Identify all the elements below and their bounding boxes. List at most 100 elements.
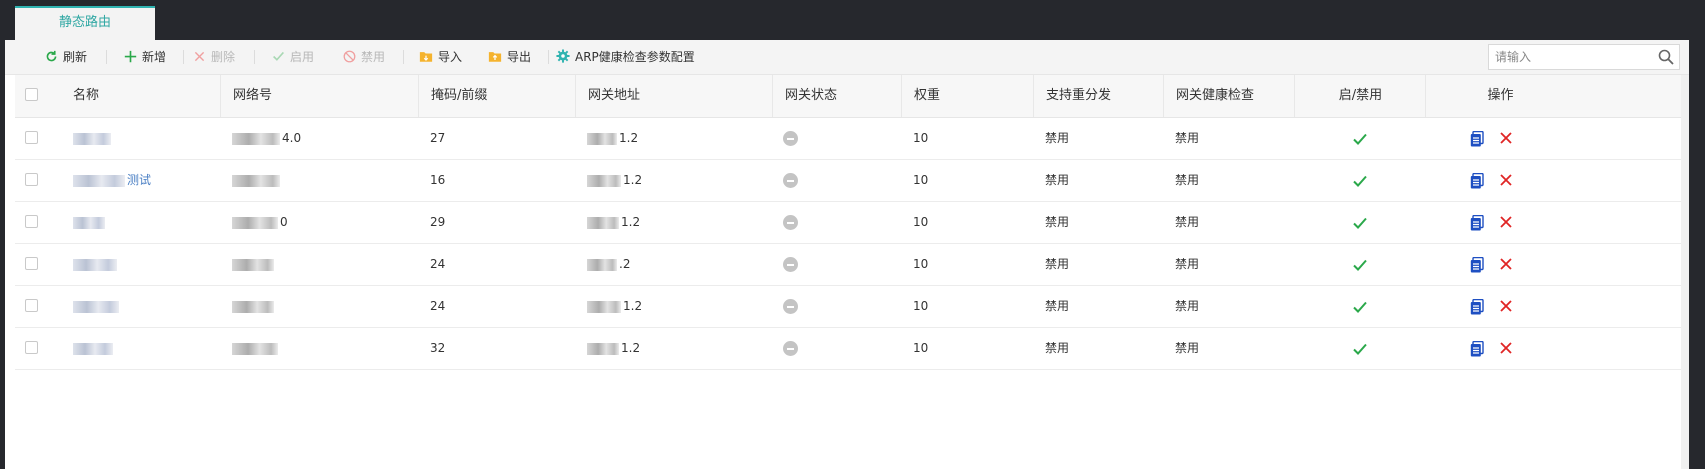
copy-icon[interactable]: [1470, 257, 1484, 273]
redacted-text: [73, 342, 113, 355]
arp-config-button[interactable]: ARP健康检查参数配置: [555, 40, 695, 74]
weight-cell: 10: [913, 215, 929, 229]
health-check-cell: 禁用: [1175, 173, 1200, 187]
redistribute-cell: 禁用: [1045, 257, 1070, 271]
network-value: 4.0: [282, 131, 302, 145]
redistribute-cell: 禁用: [1045, 215, 1070, 229]
x-icon[interactable]: [1499, 257, 1513, 271]
col-weight[interactable]: 权重: [901, 75, 1034, 117]
route-name-link[interactable]: [61, 202, 221, 243]
toolbar-divider: [254, 50, 255, 64]
gateway-cell: 1.2: [575, 160, 773, 201]
copy-icon[interactable]: [1470, 173, 1484, 189]
folder-import-icon: [418, 40, 434, 74]
gateway-value: 1.2: [621, 215, 641, 229]
mask-cell: 16: [430, 173, 446, 187]
table-row[interactable]: 4.0 27 1.2 10 禁用 禁用: [15, 118, 1681, 160]
col-network[interactable]: 网络号: [220, 75, 419, 117]
col-gateway-status[interactable]: 网关状态: [772, 75, 902, 117]
add-button[interactable]: 新增: [122, 40, 166, 74]
select-all-checkbox[interactable]: [25, 88, 38, 101]
disable-button[interactable]: 禁用: [341, 40, 385, 74]
col-redistribute[interactable]: 支持重分发: [1033, 75, 1164, 117]
gateway-value: 1.2: [619, 131, 639, 145]
select-all-cell: [15, 75, 61, 117]
redacted-text: [232, 174, 280, 187]
redacted-text: [73, 300, 119, 313]
copy-icon[interactable]: [1470, 131, 1484, 147]
redacted-text: [587, 342, 619, 355]
network-value: 0: [280, 215, 288, 229]
row-checkbox[interactable]: [25, 131, 38, 144]
table-row[interactable]: 24 .2 10 禁用 禁用: [15, 244, 1681, 286]
col-name[interactable]: 名称: [61, 75, 221, 117]
gateway-value: 1.2: [623, 299, 643, 313]
row-checkbox[interactable]: [25, 299, 38, 312]
x-icon[interactable]: [1499, 131, 1513, 145]
row-checkbox[interactable]: [25, 341, 38, 354]
check-icon: [1353, 259, 1367, 271]
folder-export-icon: [487, 40, 503, 74]
gateway-cell: 1.2: [575, 202, 773, 243]
tab-static-route[interactable]: 静态路由: [15, 6, 155, 40]
table-row[interactable]: 测试 16 1.2 10 禁用 禁用: [15, 160, 1681, 202]
copy-icon[interactable]: [1470, 299, 1484, 315]
route-name-link[interactable]: [61, 118, 221, 159]
table-row[interactable]: 32 1.2 10 禁用 禁用: [15, 328, 1681, 370]
route-name-link[interactable]: [61, 328, 221, 369]
row-checkbox[interactable]: [25, 173, 38, 186]
search-input[interactable]: [1489, 45, 1661, 69]
export-button[interactable]: 导出: [487, 40, 531, 74]
add-label: 新增: [142, 50, 167, 64]
row-checkbox[interactable]: [25, 257, 38, 270]
scrollbar[interactable]: [1681, 75, 1689, 469]
col-gateway[interactable]: 网关地址: [575, 75, 773, 117]
col-mask[interactable]: 掩码/前缀: [418, 75, 576, 117]
x-icon[interactable]: [1499, 173, 1513, 187]
import-button[interactable]: 导入: [418, 40, 462, 74]
route-name-link[interactable]: [61, 286, 221, 327]
route-name[interactable]: 测试: [127, 173, 151, 187]
redistribute-cell: 禁用: [1045, 299, 1070, 313]
gateway-value: .2: [619, 257, 631, 271]
table-header: 名称 网络号 掩码/前缀 网关地址 网关状态 权重 支持重分发 网关健康检查 启…: [15, 75, 1681, 118]
copy-icon[interactable]: [1470, 215, 1484, 231]
network-cell: 0: [220, 202, 419, 243]
row-select-cell: [15, 244, 61, 285]
search-icon[interactable]: [1658, 49, 1674, 65]
redacted-text: [232, 342, 278, 355]
table-body: 4.0 27 1.2 10 禁用 禁用 测试 16 1.2 10 禁用 禁用 0…: [15, 118, 1681, 370]
enable-button[interactable]: 启用: [270, 40, 314, 74]
delete-label: 删除: [211, 50, 236, 64]
table-row[interactable]: 0 29 1.2 10 禁用 禁用: [15, 202, 1681, 244]
refresh-icon: [43, 40, 59, 74]
copy-icon[interactable]: [1470, 341, 1484, 357]
ban-icon: [341, 40, 357, 74]
row-checkbox[interactable]: [25, 215, 38, 228]
delete-button[interactable]: 删除: [191, 40, 235, 74]
redacted-text: [73, 132, 111, 145]
refresh-button[interactable]: 刷新: [43, 40, 87, 74]
x-icon[interactable]: [1499, 215, 1513, 229]
network-cell: 4.0: [220, 118, 419, 159]
row-select-cell: [15, 328, 61, 369]
gear-icon: [555, 40, 571, 74]
route-name-link[interactable]: [61, 244, 221, 285]
minus-circle-icon: [783, 299, 798, 314]
search-box[interactable]: [1488, 44, 1680, 70]
x-icon[interactable]: [1499, 341, 1513, 355]
disable-label: 禁用: [361, 50, 386, 64]
weight-cell: 10: [913, 299, 929, 313]
route-table: 名称 网络号 掩码/前缀 网关地址 网关状态 权重 支持重分发 网关健康检查 启…: [15, 75, 1681, 370]
x-icon[interactable]: [1499, 299, 1513, 313]
gateway-cell: .2: [575, 244, 773, 285]
col-enable[interactable]: 启/禁用: [1294, 75, 1426, 117]
check-icon: [1353, 217, 1367, 229]
x-icon: [191, 40, 207, 74]
mask-cell: 24: [430, 257, 446, 271]
mask-cell: 27: [430, 131, 446, 145]
col-health-check[interactable]: 网关健康检查: [1163, 75, 1295, 117]
gateway-cell: 1.2: [575, 286, 773, 327]
route-name-link[interactable]: 测试: [61, 160, 221, 201]
table-row[interactable]: 24 1.2 10 禁用 禁用: [15, 286, 1681, 328]
